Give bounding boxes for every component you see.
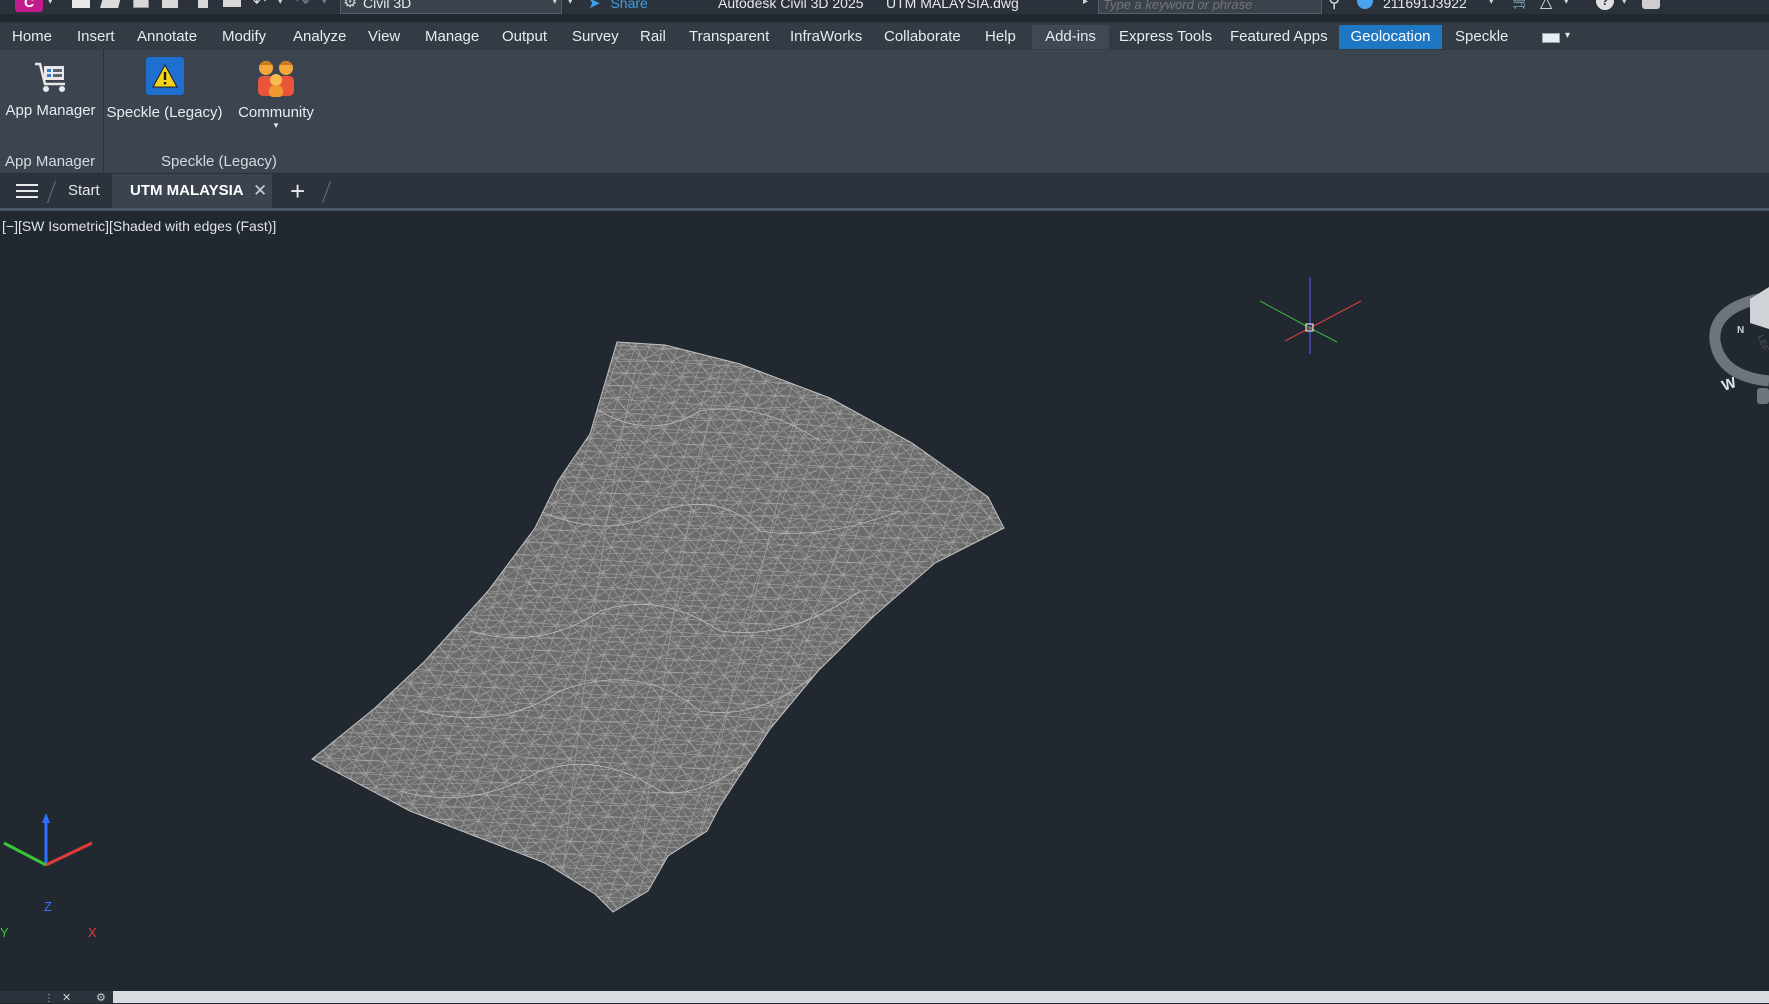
command-line-grip-icon[interactable]: ⋮ [44,993,54,1004]
command-line-settings-icon[interactable]: ⚙ [96,991,106,1004]
search-expand-icon[interactable]: ▸ [1083,0,1088,7]
tab-collaborate[interactable]: Collaborate [874,25,971,49]
close-icon[interactable]: ✕ [253,174,267,208]
tab-geolocation[interactable]: Geolocation [1339,25,1442,49]
group-label-app-manager: App Manager [5,153,96,170]
tab-divider [321,181,332,203]
open-web-icon[interactable] [198,0,208,8]
save-as-icon[interactable] [162,0,178,8]
tab-analyze[interactable]: Analyze [283,25,356,49]
tab-add-ins[interactable]: Add-ins [1032,25,1109,49]
file-name-title: UTM MALAYSIA.dwg [886,0,1019,11]
file-tab-start[interactable]: Start [68,174,100,208]
new-tab-plus-icon[interactable]: + [290,176,305,206]
community-label: Community [238,104,314,121]
file-tab-utm-malaysia[interactable]: UTM MALAYSIA ✕ [112,174,272,208]
tab-manage[interactable]: Manage [415,25,489,49]
app-manager-label: App Manager [5,102,96,119]
ribbon-minimize-icon [1542,33,1560,43]
save-icon[interactable] [133,0,149,8]
command-line-close-icon[interactable]: ✕ [62,991,71,1004]
share-button[interactable]: ➤ Share [588,0,648,14]
ribbon-panel: App Manager Speckle (Legacy) Community ▾… [0,50,1769,174]
speckle-legacy-button[interactable]: Speckle (Legacy) [106,56,223,121]
ucs-x-label: X [88,925,97,940]
app-logo-icon[interactable]: C [15,0,43,12]
open-file-icon[interactable] [100,0,122,8]
crosshair-cursor [1259,277,1362,354]
tab-insert[interactable]: Insert [67,25,125,49]
drawing-viewport[interactable]: [−][SW Isometric][Shaded with edges (Fas… [0,211,1769,991]
tab-view[interactable]: View [358,25,410,49]
tab-rail[interactable]: Rail [630,25,676,49]
tab-output[interactable]: Output [492,25,557,49]
app-manager-button[interactable]: App Manager [2,56,99,119]
help-icon[interactable]: ? [1596,0,1614,10]
help-chevron-icon[interactable]: ▾ [1622,0,1627,7]
ucs-y-label: Y [0,925,9,940]
tab-divider [46,181,57,203]
ribbon-display-toggle[interactable]: ▾ [1542,30,1578,46]
chevron-down-icon: ▾ [552,0,557,6]
ucs-z-label: Z [44,899,52,914]
speckle-warning-icon [145,57,184,95]
file-tab-label: UTM MALAYSIA [130,182,244,199]
file-tab-bar: Start UTM MALAYSIA ✕ + [0,174,1769,211]
title-bar: C ▾ ↶ ▾ ↷ ▾ ⚙ Civil 3D ▾ ▾ ➤ Share Autod… [0,0,1769,14]
tab-speckle[interactable]: Speckle [1445,25,1518,49]
tab-home[interactable]: Home [2,25,62,49]
tin-surface[interactable] [0,211,1769,991]
search-input[interactable] [1098,0,1322,14]
redo-icon[interactable]: ↷ [296,0,309,12]
ucs-icon [3,813,93,867]
search-icon[interactable]: ⚲ [1328,0,1340,12]
group-divider [103,50,104,172]
cart-list-icon [34,62,65,92]
undo-icon[interactable]: ↶ [253,0,266,12]
community-people-icon [258,61,294,97]
tab-modify[interactable]: Modify [212,25,276,49]
command-input[interactable] [113,991,1769,1003]
tab-featured-apps[interactable]: Featured Apps [1220,25,1338,49]
workspace-value: Civil 3D [363,0,412,11]
settings-icon[interactable] [1642,0,1660,9]
tin-triangulation [312,342,1004,912]
tab-express-tools[interactable]: Express Tools [1109,25,1222,49]
gear-icon: ⚙ [343,0,358,11]
plot-icon[interactable] [223,0,241,7]
share-icon: ➤ [588,0,601,12]
chevron-down-icon: ▾ [1565,30,1571,41]
tab-infraworks[interactable]: InfraWorks [780,25,872,49]
customize-chevron-icon[interactable]: ▾ [568,0,573,7]
community-button[interactable]: Community ▾ [228,56,324,130]
redo-dropdown-icon[interactable]: ▾ [322,0,327,7]
command-line: ⋮ ✕ ⚙ [0,991,1769,1004]
workspace-dropdown[interactable]: ⚙ Civil 3D ▾ [340,0,562,14]
app-title: Autodesk Civil 3D 2025 [718,0,864,11]
ribbon-tab-bar: Home Insert Annotate Modify Analyze View… [0,22,1769,50]
cart-icon[interactable]: 🛒 [1512,0,1531,10]
a360-chevron-icon[interactable]: ▾ [1564,0,1569,7]
user-name[interactable]: 211691J3922 [1383,0,1467,11]
undo-dropdown-icon[interactable]: ▾ [278,0,283,7]
tab-transparent[interactable]: Transparent [679,25,779,49]
tab-annotate[interactable]: Annotate [127,25,207,49]
speckle-legacy-label: Speckle (Legacy) [106,104,223,121]
viewcube-north-label[interactable]: N [1737,325,1744,336]
group-label-speckle-legacy: Speckle (Legacy) [161,153,277,170]
tab-help[interactable]: Help [975,25,1026,49]
tab-survey[interactable]: Survey [562,25,629,49]
app-menu-chevron-icon[interactable]: ▾ [48,0,53,7]
user-icon[interactable] [1357,0,1373,9]
user-menu-chevron-icon[interactable]: ▾ [1489,0,1494,7]
chevron-down-icon: ▾ [273,120,279,130]
new-file-icon[interactable] [72,0,90,8]
share-label: Share [610,0,648,11]
hamburger-menu-icon[interactable] [16,184,38,198]
autodesk-a360-icon[interactable]: △ [1540,0,1552,12]
